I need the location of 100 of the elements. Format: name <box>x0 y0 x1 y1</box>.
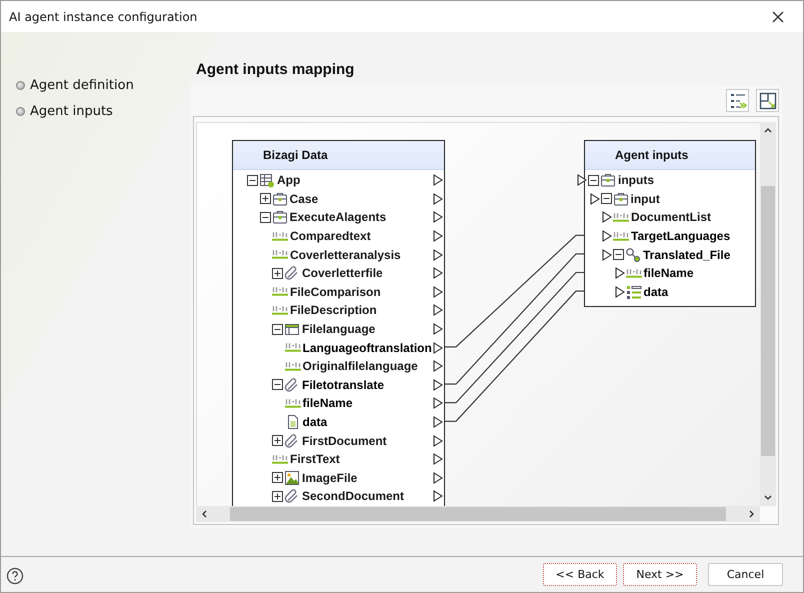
layout-button[interactable] <box>756 89 779 112</box>
table-icon <box>259 172 275 188</box>
step-bullet-icon <box>16 106 25 116</box>
port-icon[interactable] <box>602 230 612 242</box>
help-icon[interactable] <box>6 566 24 584</box>
text-field-icon <box>272 454 288 464</box>
field-label[interactable]: TargetLanguages <box>631 229 730 244</box>
field-label[interactable]: Originalfilelanguage <box>302 359 418 374</box>
collapse-toggle[interactable] <box>272 379 283 390</box>
collapse-toggle[interactable] <box>588 174 599 186</box>
step-bullet-icon <box>16 80 25 90</box>
text-field-icon <box>284 398 300 408</box>
port-icon[interactable] <box>433 286 443 298</box>
field-label[interactable]: Comparedtext <box>290 229 371 244</box>
expand-toggle[interactable] <box>272 268 283 279</box>
auto-map-button[interactable] <box>726 89 749 112</box>
field-label[interactable]: Filetotranslate <box>302 378 384 392</box>
port-icon[interactable] <box>577 174 587 186</box>
text-field-icon <box>626 268 642 278</box>
paperclip-icon <box>284 488 300 504</box>
collapse-toggle[interactable] <box>613 249 624 260</box>
step-link[interactable]: Agent inputs <box>30 104 113 118</box>
collapse-toggle[interactable] <box>272 324 283 335</box>
step-link[interactable]: Agent definition <box>30 78 134 92</box>
field-label[interactable]: FirstDocument <box>302 434 387 448</box>
port-icon[interactable] <box>433 490 443 502</box>
window-title: AI agent instance configuration <box>9 10 198 24</box>
port-icon[interactable] <box>433 174 443 186</box>
port-icon[interactable] <box>433 434 443 447</box>
text-field-icon <box>613 212 629 222</box>
field-label[interactable]: Languageoftranslation <box>302 340 432 355</box>
expand-toggle[interactable] <box>272 490 283 502</box>
port-icon[interactable] <box>433 360 443 372</box>
image-icon <box>284 470 300 486</box>
field-label[interactable]: Coverletteranalysis <box>290 248 401 262</box>
field-label[interactable]: SecondDocument <box>302 489 404 504</box>
field-label[interactable]: fileName <box>302 396 353 410</box>
expand-toggle[interactable] <box>272 435 283 446</box>
next-button[interactable]: Next >> <box>623 563 697 586</box>
table-header: Agent inputs <box>585 141 755 170</box>
list-icon <box>626 284 642 300</box>
vertical-scrollbar[interactable] <box>760 122 776 506</box>
relation-icon <box>625 246 641 263</box>
text-field-icon <box>272 232 288 241</box>
back-button[interactable]: << Back <box>543 563 617 586</box>
field-label[interactable]: ImageFile <box>302 470 358 485</box>
paperclip-icon <box>284 265 300 282</box>
field-label[interactable]: inputs <box>618 173 654 188</box>
port-icon[interactable] <box>614 286 624 298</box>
port-icon[interactable] <box>433 342 443 354</box>
cancel-button[interactable]: Cancel <box>708 563 783 586</box>
field-label[interactable]: data <box>644 284 668 299</box>
port-icon[interactable] <box>433 397 443 410</box>
port-icon[interactable] <box>602 248 612 261</box>
text-field-icon <box>272 250 288 260</box>
field-label[interactable]: fileName <box>644 266 694 280</box>
expand-toggle[interactable] <box>272 472 283 484</box>
text-field-icon <box>613 232 629 241</box>
text-field-icon <box>284 362 300 371</box>
port-icon[interactable] <box>433 416 443 428</box>
field-label[interactable]: data <box>302 415 328 430</box>
port-icon[interactable] <box>433 192 443 205</box>
field-label[interactable]: DocumentList <box>631 210 712 224</box>
port-icon[interactable] <box>433 453 443 466</box>
field-label[interactable]: Case <box>290 192 318 206</box>
field-label[interactable]: FileComparison <box>290 284 381 299</box>
port-icon[interactable] <box>433 267 443 280</box>
table-header: Bizagi Data <box>233 141 444 170</box>
briefcase-icon <box>612 190 628 207</box>
paperclip-icon <box>284 432 300 449</box>
text-field-icon <box>272 306 288 315</box>
briefcase-icon <box>272 209 288 226</box>
port-icon[interactable] <box>590 192 600 205</box>
port-icon[interactable] <box>433 304 443 316</box>
horizontal-scrollbar[interactable] <box>196 506 760 522</box>
port-icon[interactable] <box>433 230 443 242</box>
field-label[interactable]: FileDescription <box>290 303 377 318</box>
collapse-toggle[interactable] <box>260 212 270 223</box>
port-icon[interactable] <box>614 267 624 280</box>
text-field-icon <box>284 343 300 352</box>
paperclip-icon <box>284 376 300 393</box>
port-icon[interactable] <box>433 211 443 224</box>
field-label[interactable]: Translated_File <box>643 248 730 262</box>
field-label[interactable]: Filelanguage <box>302 322 376 336</box>
port-icon[interactable] <box>602 211 612 224</box>
port-icon[interactable] <box>433 378 443 391</box>
collapse-toggle[interactable] <box>600 193 612 204</box>
field-label[interactable]: input <box>630 192 660 206</box>
port-icon[interactable] <box>433 248 443 261</box>
field-label[interactable]: ExecuteAlagents <box>290 210 386 224</box>
port-icon[interactable] <box>433 472 443 484</box>
grid-icon <box>284 321 300 338</box>
list-arrows-icon <box>728 92 746 110</box>
close-icon[interactable] <box>772 10 784 22</box>
field-label[interactable]: App <box>277 173 300 188</box>
field-label[interactable]: Coverletterfile <box>302 266 383 280</box>
expand-toggle[interactable] <box>260 193 270 204</box>
collapse-toggle[interactable] <box>247 174 258 186</box>
field-label[interactable]: FirstText <box>290 452 340 466</box>
port-icon[interactable] <box>433 323 443 336</box>
